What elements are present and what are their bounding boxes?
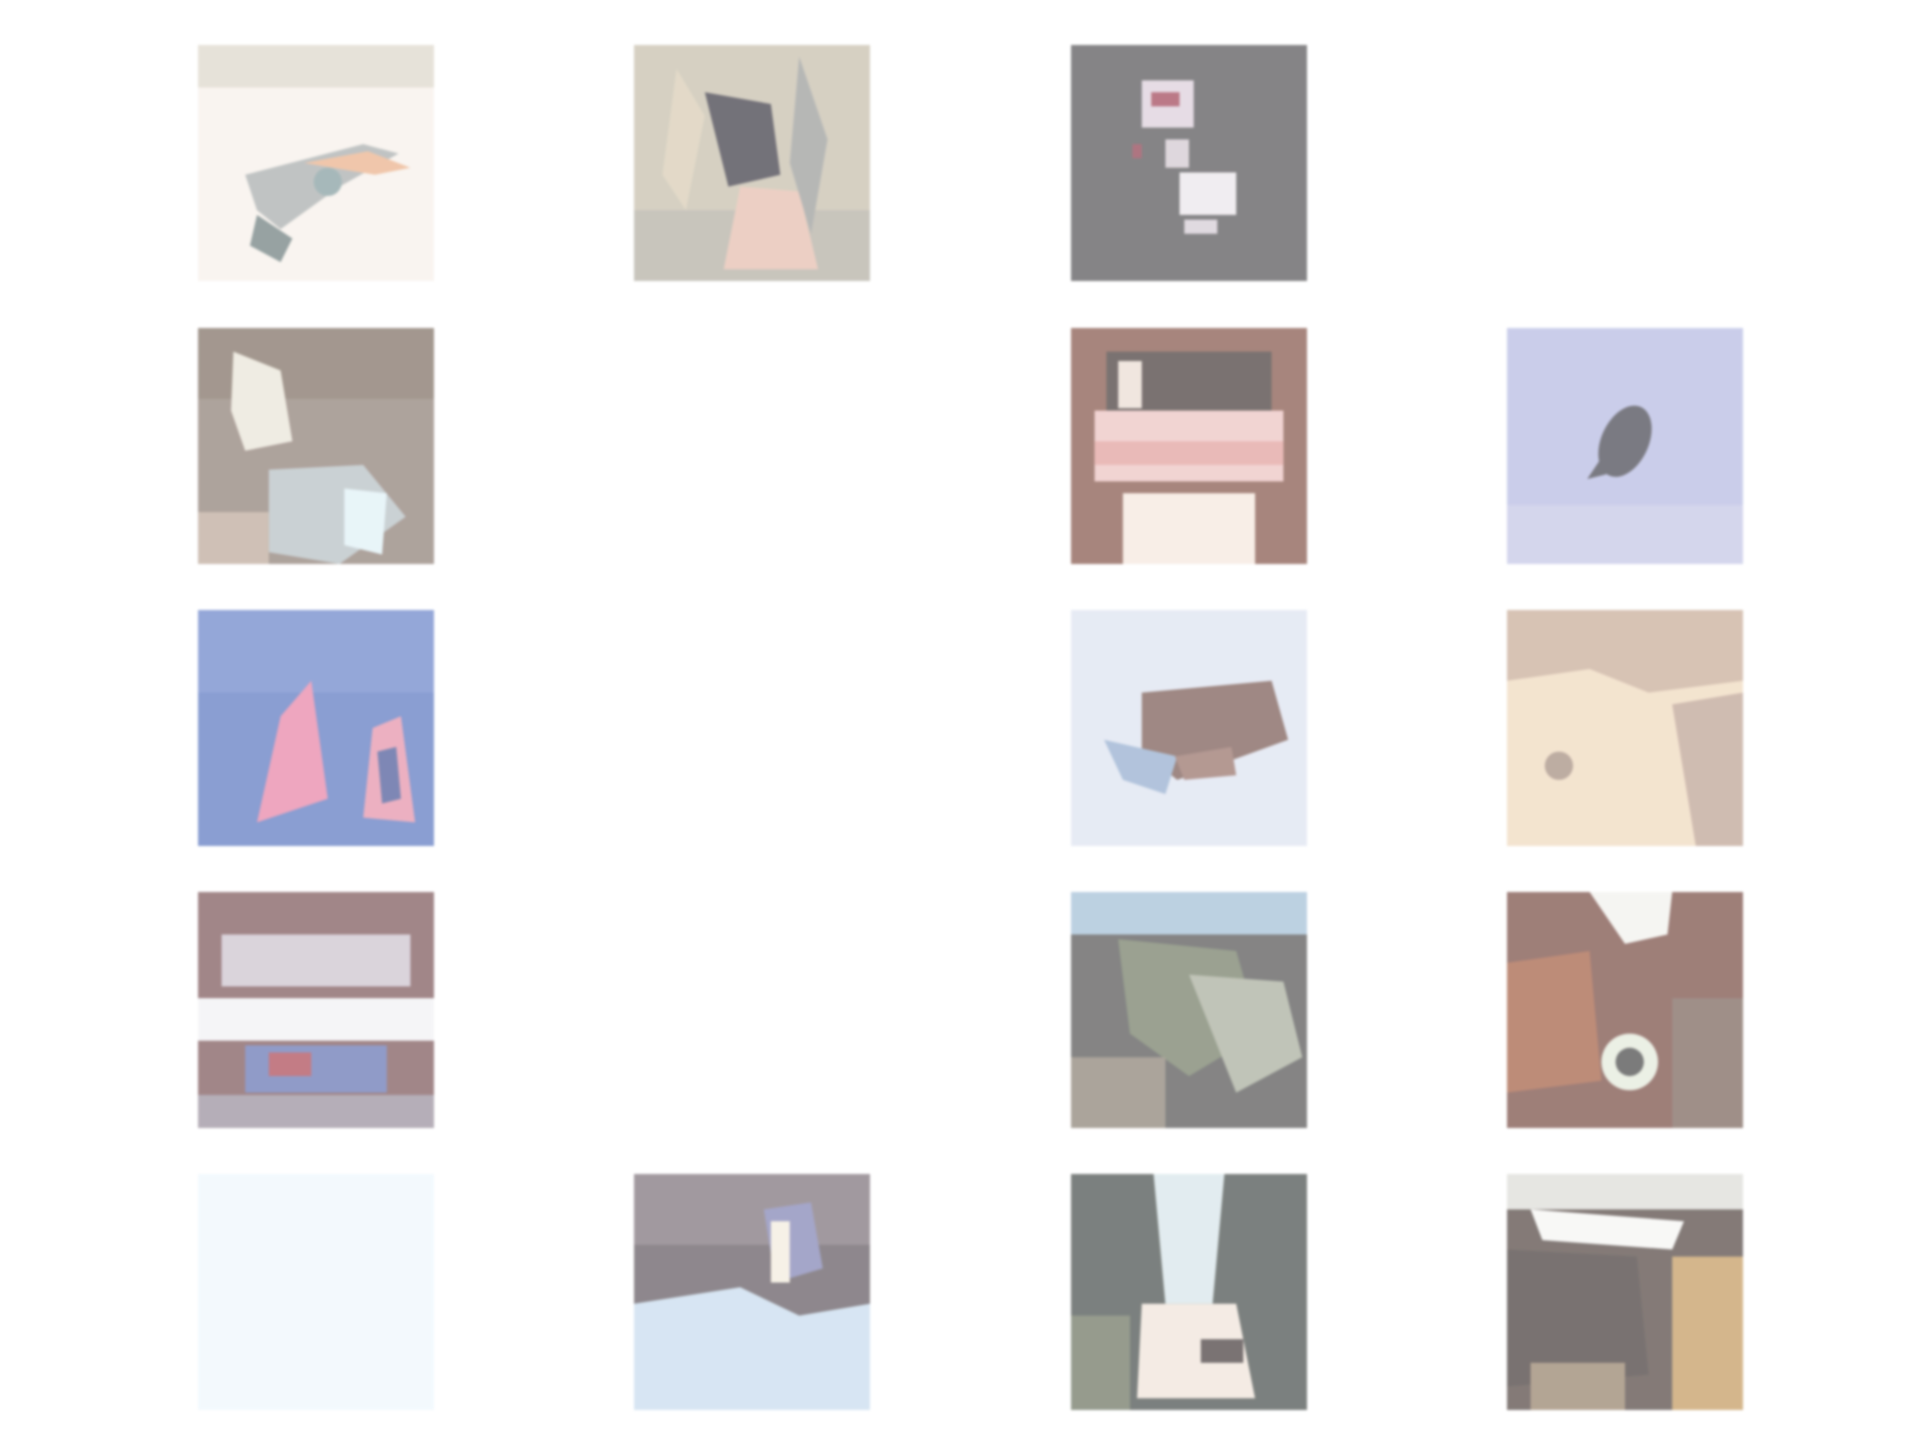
image-grid: [0, 0, 1920, 1440]
tile-r3-c1: [198, 610, 434, 846]
tile-r3-c4: [1507, 610, 1743, 846]
tile-r2-c1: [198, 328, 434, 564]
tile-r5-c2: [634, 1174, 870, 1410]
tile-r3-c3: [1071, 610, 1307, 846]
tile-r4-c1: [198, 892, 434, 1128]
tile-r2-c4: [1507, 328, 1743, 564]
tile-r1-c3: [1071, 45, 1307, 281]
tile-r4-c3: [1071, 892, 1307, 1128]
tile-r5-c1: [198, 1174, 434, 1410]
tile-r4-c4: [1507, 892, 1743, 1128]
tile-r2-c3: [1071, 328, 1307, 564]
tile-r1-c2: [634, 45, 870, 281]
tile-r1-c1: [198, 45, 434, 281]
tile-r5-c4: [1507, 1174, 1743, 1410]
tile-r5-c3: [1071, 1174, 1307, 1410]
